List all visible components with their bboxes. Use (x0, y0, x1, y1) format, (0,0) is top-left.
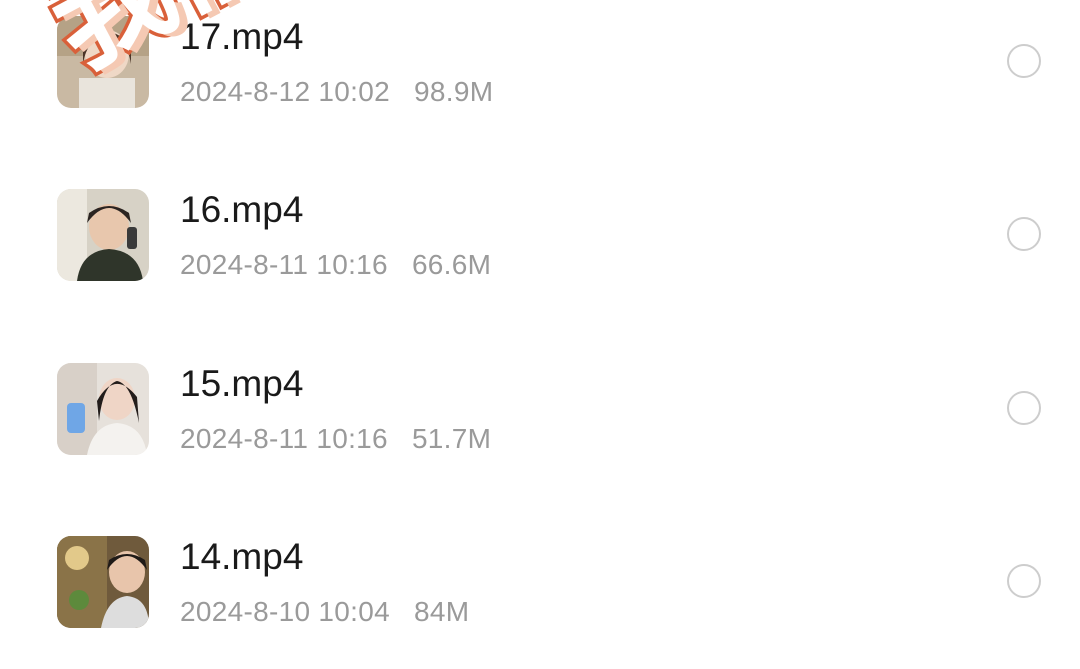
file-date: 2024-8-12 10:02 (180, 76, 391, 107)
video-thumbnail (57, 536, 149, 628)
file-date: 2024-8-11 10:16 (180, 249, 388, 280)
video-thumbnail (57, 363, 149, 455)
file-name: 16.mp4 (180, 189, 304, 230)
file-meta: 2024-8-12 10:02 98.9M (180, 75, 493, 109)
file-date: 2024-8-10 10:04 (180, 596, 391, 627)
video-thumbnail (57, 189, 149, 281)
file-size: 84M (414, 596, 470, 627)
file-size: 98.9M (414, 76, 494, 107)
file-row[interactable]: 15.mp4 2024-8-11 10:16 51.7M (0, 323, 1080, 496)
select-radio[interactable] (1007, 217, 1041, 251)
file-size: 66.6M (411, 249, 492, 280)
file-name: 15.mp4 (180, 363, 304, 404)
file-size: 51.7M (411, 423, 492, 454)
file-row[interactable]: 14.mp4 2024-8-10 10:04 84M (0, 496, 1080, 669)
select-radio[interactable] (1007, 44, 1041, 78)
video-file-list: 17.mp4 2024-8-12 10:02 98.9M 16.mp4 2024-… (0, 0, 1080, 669)
file-date: 2024-8-11 10:16 (180, 423, 388, 454)
file-meta: 2024-8-10 10:04 84M (180, 595, 469, 629)
file-name: 14.mp4 (180, 536, 304, 577)
video-thumbnail (57, 16, 149, 108)
file-row[interactable]: 16.mp4 2024-8-11 10:16 66.6M (0, 149, 1080, 322)
select-radio[interactable] (1007, 564, 1041, 598)
file-meta: 2024-8-11 10:16 51.7M (180, 422, 491, 456)
file-meta: 2024-8-11 10:16 66.6M (180, 248, 491, 282)
file-name: 17.mp4 (180, 16, 304, 57)
file-row[interactable]: 17.mp4 2024-8-12 10:02 98.9M (0, 0, 1080, 149)
select-radio[interactable] (1007, 391, 1041, 425)
